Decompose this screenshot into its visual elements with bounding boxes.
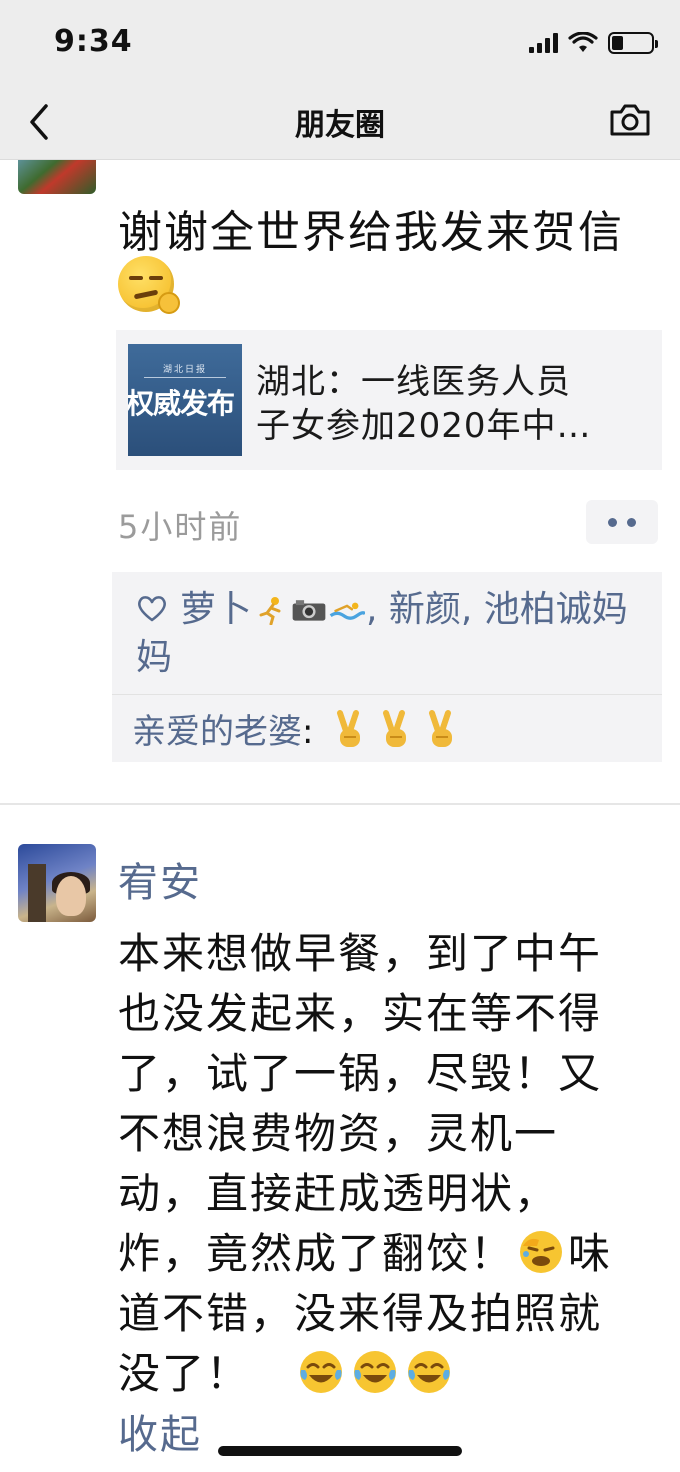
wifi-icon <box>568 32 598 52</box>
post-separator <box>0 803 680 805</box>
status-time: 9:34 <box>54 24 133 59</box>
post-text-line-with-emoji: 炸，竟然成了翻饺！ 味 <box>118 1224 658 1284</box>
camera-button[interactable] <box>608 100 652 140</box>
post-text-line-with-emoji: 没了！ <box>118 1344 658 1404</box>
post-text-fragment: 没了！ <box>118 1349 251 1398</box>
tears-of-joy-emoji-icon <box>300 1351 343 1393</box>
liker-name[interactable]: 萝卜 <box>180 589 252 630</box>
victory-hand-emoji-icon <box>429 710 453 747</box>
tears-of-joy-emoji-icon <box>408 1351 451 1393</box>
comment-author[interactable]: 亲爱的老婆 <box>132 712 302 752</box>
post-text-line: 也没发起来，实在等不得 <box>118 989 603 1038</box>
tears-of-joy-emoji-icon <box>354 1351 397 1393</box>
shared-link-card[interactable]: 湖北日报 权威发布 湖北：一线医务人员 子女参加2020年中… <box>116 330 662 470</box>
home-indicator[interactable] <box>218 1446 462 1456</box>
thumbnail-caption: 湖北日报 <box>162 365 207 375</box>
avatar[interactable] <box>18 844 96 922</box>
link-title-line: 湖北：一线医务人员 <box>256 362 571 402</box>
collapse-link[interactable]: 收起 <box>118 1402 202 1460</box>
likes-comments-box: 萝卜, 新颜, 池柏诚妈妈 亲爱的老婆: <box>112 572 662 762</box>
post-text-fragment: 味 <box>568 1229 613 1278</box>
signal-icon <box>529 33 558 53</box>
camera-icon <box>610 104 650 136</box>
smirk-emoji-icon <box>118 256 180 314</box>
post-text-line: 动，直接赶成透明状， <box>118 1169 559 1218</box>
thumbnail-headline: 权威发布 <box>128 387 235 420</box>
post-text-line: 不想浪费物资，灵机一 <box>118 1109 559 1158</box>
author-name[interactable]: 宥安 <box>118 850 202 908</box>
post-text-fragment: 炸，竟然成了翻饺！ <box>118 1229 515 1278</box>
facepalm-emoji-icon <box>520 1231 563 1273</box>
post-text: 谢谢全世界给我发来贺信 <box>118 207 624 258</box>
link-title-line: 子女参加2020年中… <box>256 406 592 446</box>
heart-icon <box>138 596 166 622</box>
status-icons <box>529 28 658 58</box>
camera-emoji-icon <box>292 600 326 621</box>
comment-separator: : <box>302 712 325 752</box>
likes-list: 萝卜, 新颜, 池柏诚妈妈 <box>136 586 646 682</box>
more-actions-button[interactable] <box>586 500 658 544</box>
post-text-line: 了，试了一锅，尽毁！又 <box>118 1049 603 1098</box>
post-timestamp: 5小时前 <box>118 508 243 546</box>
post-text-line: 本来想做早餐，到了中午 <box>118 929 603 978</box>
link-title: 湖北：一线医务人员 子女参加2020年中… <box>256 360 646 448</box>
runner-emoji-icon <box>259 597 281 625</box>
victory-hand-emoji-icon <box>337 710 361 747</box>
post-text-line: 道不错，没来得及拍照就 <box>118 1289 603 1338</box>
divider <box>112 694 662 695</box>
page-title: 朋友圈 <box>295 108 385 143</box>
victory-hand-emoji-icon <box>383 710 407 747</box>
swimmer-emoji-icon <box>329 602 366 620</box>
post-text: 本来想做早餐，到了中午 也没发起来，实在等不得 了，试了一锅，尽毁！又 不想浪费… <box>118 924 658 1404</box>
link-thumbnail: 湖北日报 权威发布 <box>128 344 242 456</box>
top-bar: 9:34 朋友圈 <box>0 0 680 160</box>
comment-item[interactable]: 亲爱的老婆: <box>132 704 462 753</box>
battery-icon <box>608 32 658 54</box>
